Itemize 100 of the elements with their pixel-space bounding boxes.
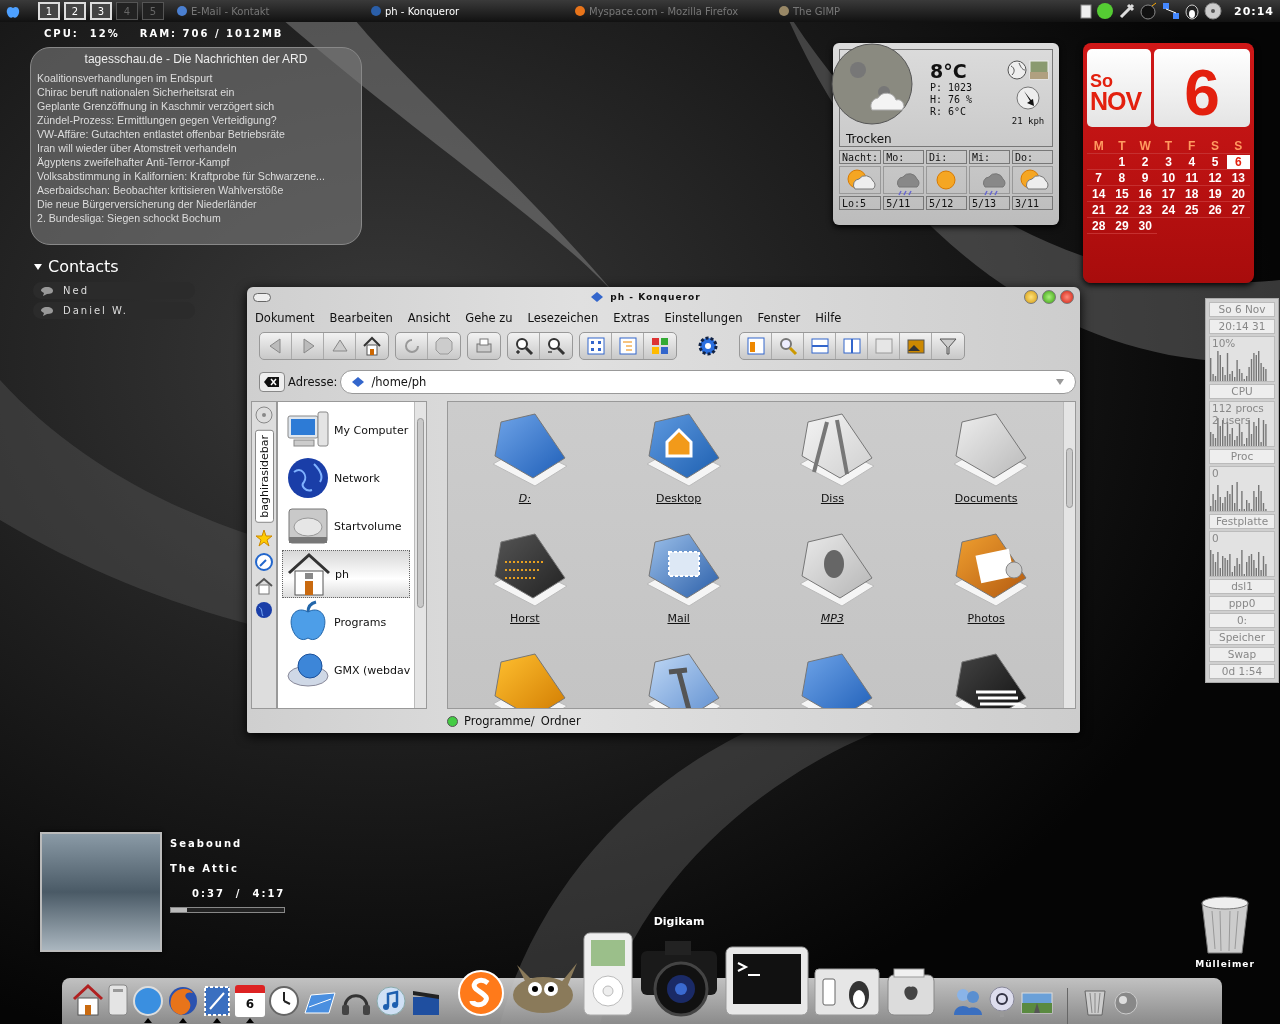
menu-item[interactable]: Dokument xyxy=(255,311,315,325)
humidity-text: H: 76 % xyxy=(930,94,974,106)
news-headline[interactable]: Ägyptens zweifelhafter Anti-Terror-Kampf xyxy=(37,155,355,169)
place-item[interactable]: GMX (webdav xyxy=(282,646,411,694)
menu-item[interactable]: Fenster xyxy=(757,311,801,325)
calendar-day[interactable]: 1 xyxy=(1110,155,1134,170)
calendar-day[interactable]: 14 xyxy=(1087,187,1111,202)
calendar-day[interactable]: 17 xyxy=(1156,187,1181,202)
calendar-day[interactable]: 5 xyxy=(1203,155,1227,170)
calendar-day[interactable]: 13 xyxy=(1226,171,1250,186)
calendar-icon[interactable]: 6 xyxy=(235,985,265,1017)
menu-item[interactable]: Bearbeiten xyxy=(329,311,393,325)
calendar-day[interactable]: 26 xyxy=(1203,203,1227,218)
calendar-day[interactable]: 15 xyxy=(1110,187,1134,202)
menu-item[interactable]: Hilfe xyxy=(815,311,842,325)
calendar-day[interactable]: 25 xyxy=(1180,203,1204,218)
contacts-title[interactable]: Contacts xyxy=(48,257,119,276)
news-headline[interactable]: Koalitionsverhandlungen im Endspurt xyxy=(37,71,355,85)
calendar-day[interactable]: 18 xyxy=(1180,187,1204,202)
calendar-day[interactable]: 28 xyxy=(1087,219,1111,234)
place-item[interactable]: Programs xyxy=(282,598,411,646)
taskbar-button[interactable]: Myspace.com - Mozilla Firefox xyxy=(574,5,774,17)
contact-item[interactable]: Daniel W. xyxy=(33,302,195,319)
contact-item[interactable]: Ned xyxy=(33,282,195,299)
news-headline[interactable]: Aserbaidschan: Beobachter kritisieren Wahlverstöße xyxy=(37,183,355,197)
weekday-header: T xyxy=(1110,139,1134,154)
calendar-day[interactable]: 3 xyxy=(1156,155,1181,170)
toolbar-toggle-button[interactable] xyxy=(253,292,271,302)
calendar-day[interactable]: 9 xyxy=(1133,171,1157,186)
news-headline[interactable]: 2. Bundesliga: Siegen schockt Bochum xyxy=(37,211,355,225)
taskbar-button[interactable]: ph - Konqueror xyxy=(370,5,570,17)
graph-caption: Festplatte xyxy=(1209,514,1275,529)
calendar-day[interactable]: 6 xyxy=(1226,155,1250,170)
folder-label[interactable]: Desktop xyxy=(655,492,702,505)
taskbar-button[interactable]: The GIMP xyxy=(778,5,918,17)
graph-caption: Proc xyxy=(1209,449,1275,464)
minimize-button[interactable] xyxy=(1024,290,1038,304)
calendar-day[interactable]: 4 xyxy=(1180,155,1204,170)
meter-label: Swap xyxy=(1209,647,1275,662)
folder-label[interactable]: Documents xyxy=(954,492,1018,505)
calendar-day[interactable]: 24 xyxy=(1156,203,1181,218)
desktop-button[interactable]: 2 xyxy=(64,2,86,20)
sidebar-icon xyxy=(745,336,766,356)
news-headline[interactable]: Zündel-Prozess: Ermittlungen gegen Verteidigung? xyxy=(37,113,355,127)
folder-label[interactable]: MP3 xyxy=(820,612,844,625)
menu-item[interactable]: Ansicht xyxy=(407,311,451,325)
news-headline[interactable]: VW-Affäre: Gutachten entlastet offenbar Betriebsräte xyxy=(37,127,355,141)
forecast-day: Di: xyxy=(926,150,968,164)
folder-label[interactable]: Photos xyxy=(967,612,1005,625)
calendar-day[interactable]: 19 xyxy=(1203,187,1227,202)
calendar-day[interactable]: 7 xyxy=(1087,171,1111,186)
calendar-day[interactable]: 27 xyxy=(1226,203,1250,218)
calendar-day[interactable]: 8 xyxy=(1110,171,1134,186)
calendar-day[interactable]: 20 xyxy=(1226,187,1250,202)
bomb-icon xyxy=(1140,2,1158,20)
news-headline[interactable]: Iran will wieder über Atomstreit verhandeln xyxy=(37,141,355,155)
news-headline[interactable]: Die neue Bürgerversicherung der Niederländer xyxy=(37,197,355,211)
clear-address-button[interactable] xyxy=(259,372,285,392)
calendar-day[interactable]: 23 xyxy=(1133,203,1157,218)
calendar-day[interactable]: 12 xyxy=(1203,171,1227,186)
calendar-day[interactable]: 22 xyxy=(1110,203,1134,218)
folder-label[interactable]: Mail xyxy=(667,612,690,625)
menu-item[interactable]: Extras xyxy=(613,311,650,325)
calendar-day[interactable]: 11 xyxy=(1180,171,1204,186)
menu-item[interactable]: Lesezeichen xyxy=(527,311,599,325)
progress-track[interactable] xyxy=(170,907,285,913)
folder-label[interactable]: D: xyxy=(518,492,531,505)
calendar-day[interactable]: 10 xyxy=(1156,171,1181,186)
calendar-day[interactable]: 2 xyxy=(1133,155,1157,170)
sidebar-tab[interactable]: baghirasidebar xyxy=(254,430,274,523)
menu-item[interactable]: Einstellungen xyxy=(664,311,743,325)
folder-label[interactable]: Diss xyxy=(820,492,844,505)
place-item[interactable]: Startvolume xyxy=(282,502,411,550)
trash-label[interactable]: Mülleimer xyxy=(1195,959,1255,969)
globe-disk-icon xyxy=(286,650,330,690)
news-headline[interactable]: Volksabstimmung in Kalifornien: Kraftprobe für Schwarzene... xyxy=(37,169,355,183)
folder-label[interactable]: Horst xyxy=(510,612,540,625)
menu-item[interactable]: Gehe zu xyxy=(465,311,513,325)
desktop-button[interactable]: 1 xyxy=(38,2,60,20)
place-item[interactable]: My Computer xyxy=(282,406,411,454)
close-button[interactable] xyxy=(1060,290,1074,304)
place-item[interactable]: Network xyxy=(282,454,411,502)
funnel-icon xyxy=(938,336,958,356)
calendar-day[interactable]: 29 xyxy=(1110,219,1134,234)
news-headline[interactable]: Chirac beruft nationalen Sicherheitsrat ein xyxy=(37,85,355,99)
scrollbar[interactable] xyxy=(414,402,426,708)
calendar-day[interactable]: 21 xyxy=(1087,203,1111,218)
scrollbar[interactable] xyxy=(1063,402,1075,708)
forecast-temperature: Lo:5 xyxy=(839,196,882,210)
news-headline[interactable]: Geplante Grenzöffnung in Kaschmir verzögert sich xyxy=(37,99,355,113)
taskbar-button[interactable]: E-Mail - Kontakt xyxy=(176,5,366,17)
desktop-button[interactable]: 3 xyxy=(90,2,112,20)
ball-icon xyxy=(1096,2,1114,20)
calendar-day[interactable]: 16 xyxy=(1133,187,1157,202)
maximize-button[interactable] xyxy=(1042,290,1056,304)
playback-time: 0:37 / 4:17 xyxy=(192,888,286,899)
clipboard-icon xyxy=(1080,3,1092,19)
place-item[interactable]: ph xyxy=(282,550,411,598)
address-field[interactable]: /home/ph xyxy=(340,370,1076,394)
calendar-day[interactable]: 30 xyxy=(1133,219,1157,234)
